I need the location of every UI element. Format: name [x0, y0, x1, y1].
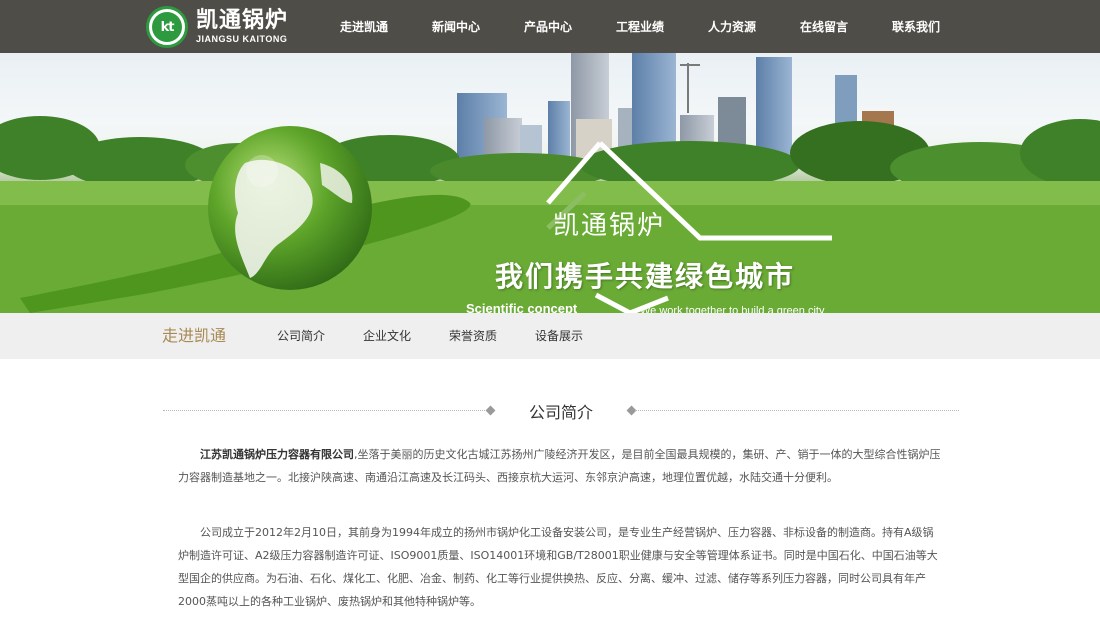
- main-nav: 走进凯通 新闻中心 产品中心 工程业绩 人力资源 在线留言 联系我们: [318, 0, 962, 53]
- subnav-item-equipment[interactable]: 设备展示: [516, 313, 602, 359]
- logo-chinese-name: 凯通锅炉: [196, 8, 289, 33]
- banner-english-right: We work together to build a green city: [640, 305, 825, 313]
- subnav-item-honors[interactable]: 荣誉资质: [430, 313, 516, 359]
- nav-item-about[interactable]: 走进凯通: [318, 0, 410, 53]
- logo-text: 凯通锅炉 JIANGSU KAITONG: [196, 9, 288, 45]
- subnav-items: 公司简介 企业文化 荣誉资质 设备展示: [258, 313, 602, 359]
- section-title: 公司简介: [528, 403, 593, 422]
- section-heading: 公司简介: [163, 397, 959, 425]
- site-header: kt 凯通锅炉 JIANGSU KAITONG 走进凯通 新闻中心 产品中心 工…: [0, 0, 1100, 53]
- nav-item-news[interactable]: 新闻中心: [410, 0, 502, 53]
- green-globe-icon: [208, 126, 372, 290]
- logo-emblem-icon: kt: [146, 6, 188, 48]
- nav-item-hr[interactable]: 人力资源: [686, 0, 778, 53]
- nav-item-products[interactable]: 产品中心: [502, 0, 594, 53]
- banner-title: 凯通锅炉: [553, 211, 666, 241]
- nav-item-contact[interactable]: 联系我们: [870, 0, 962, 53]
- hero-banner: 凯通锅炉 我们携手共建绿色城市 Scientific concept We wo…: [0, 53, 1100, 313]
- banner-slogan: 我们携手共建绿色城市: [495, 260, 796, 293]
- nav-item-projects[interactable]: 工程业绩: [594, 0, 686, 53]
- subnav-title: 走进凯通: [162, 326, 227, 345]
- intro-paragraph-1: 江苏凯通锅炉压力容器有限公司,坐落于美丽的历史文化古城江苏扬州广陵经济开发区，是…: [178, 443, 944, 489]
- heading-divider-left: [163, 410, 485, 411]
- nav-item-message[interactable]: 在线留言: [778, 0, 870, 53]
- logo-emblem-letters: kt: [152, 12, 182, 42]
- subnav-item-culture[interactable]: 企业文化: [344, 313, 430, 359]
- page-root: kt 凯通锅炉 JIANGSU KAITONG 走进凯通 新闻中心 产品中心 工…: [0, 0, 1100, 618]
- diamond-left-icon: [485, 405, 496, 416]
- logo-english-name: JIANGSU KAITONG: [196, 34, 288, 44]
- intro-paragraph-2: 公司成立于2012年2月10日，其前身为1994年成立的扬州市锅炉化工设备安装公…: [178, 526, 938, 608]
- sub-nav: 走进凯通 公司简介 企业文化 荣誉资质 设备展示: [0, 313, 1100, 359]
- subnav-item-profile[interactable]: 公司简介: [258, 313, 344, 359]
- site-logo[interactable]: kt 凯通锅炉 JIANGSU KAITONG: [146, 6, 288, 48]
- company-name: 江苏凯通锅炉压力容器有限公司: [200, 448, 354, 461]
- heading-divider-right: [635, 410, 959, 411]
- banner-english-left: Scientific concept: [466, 301, 578, 313]
